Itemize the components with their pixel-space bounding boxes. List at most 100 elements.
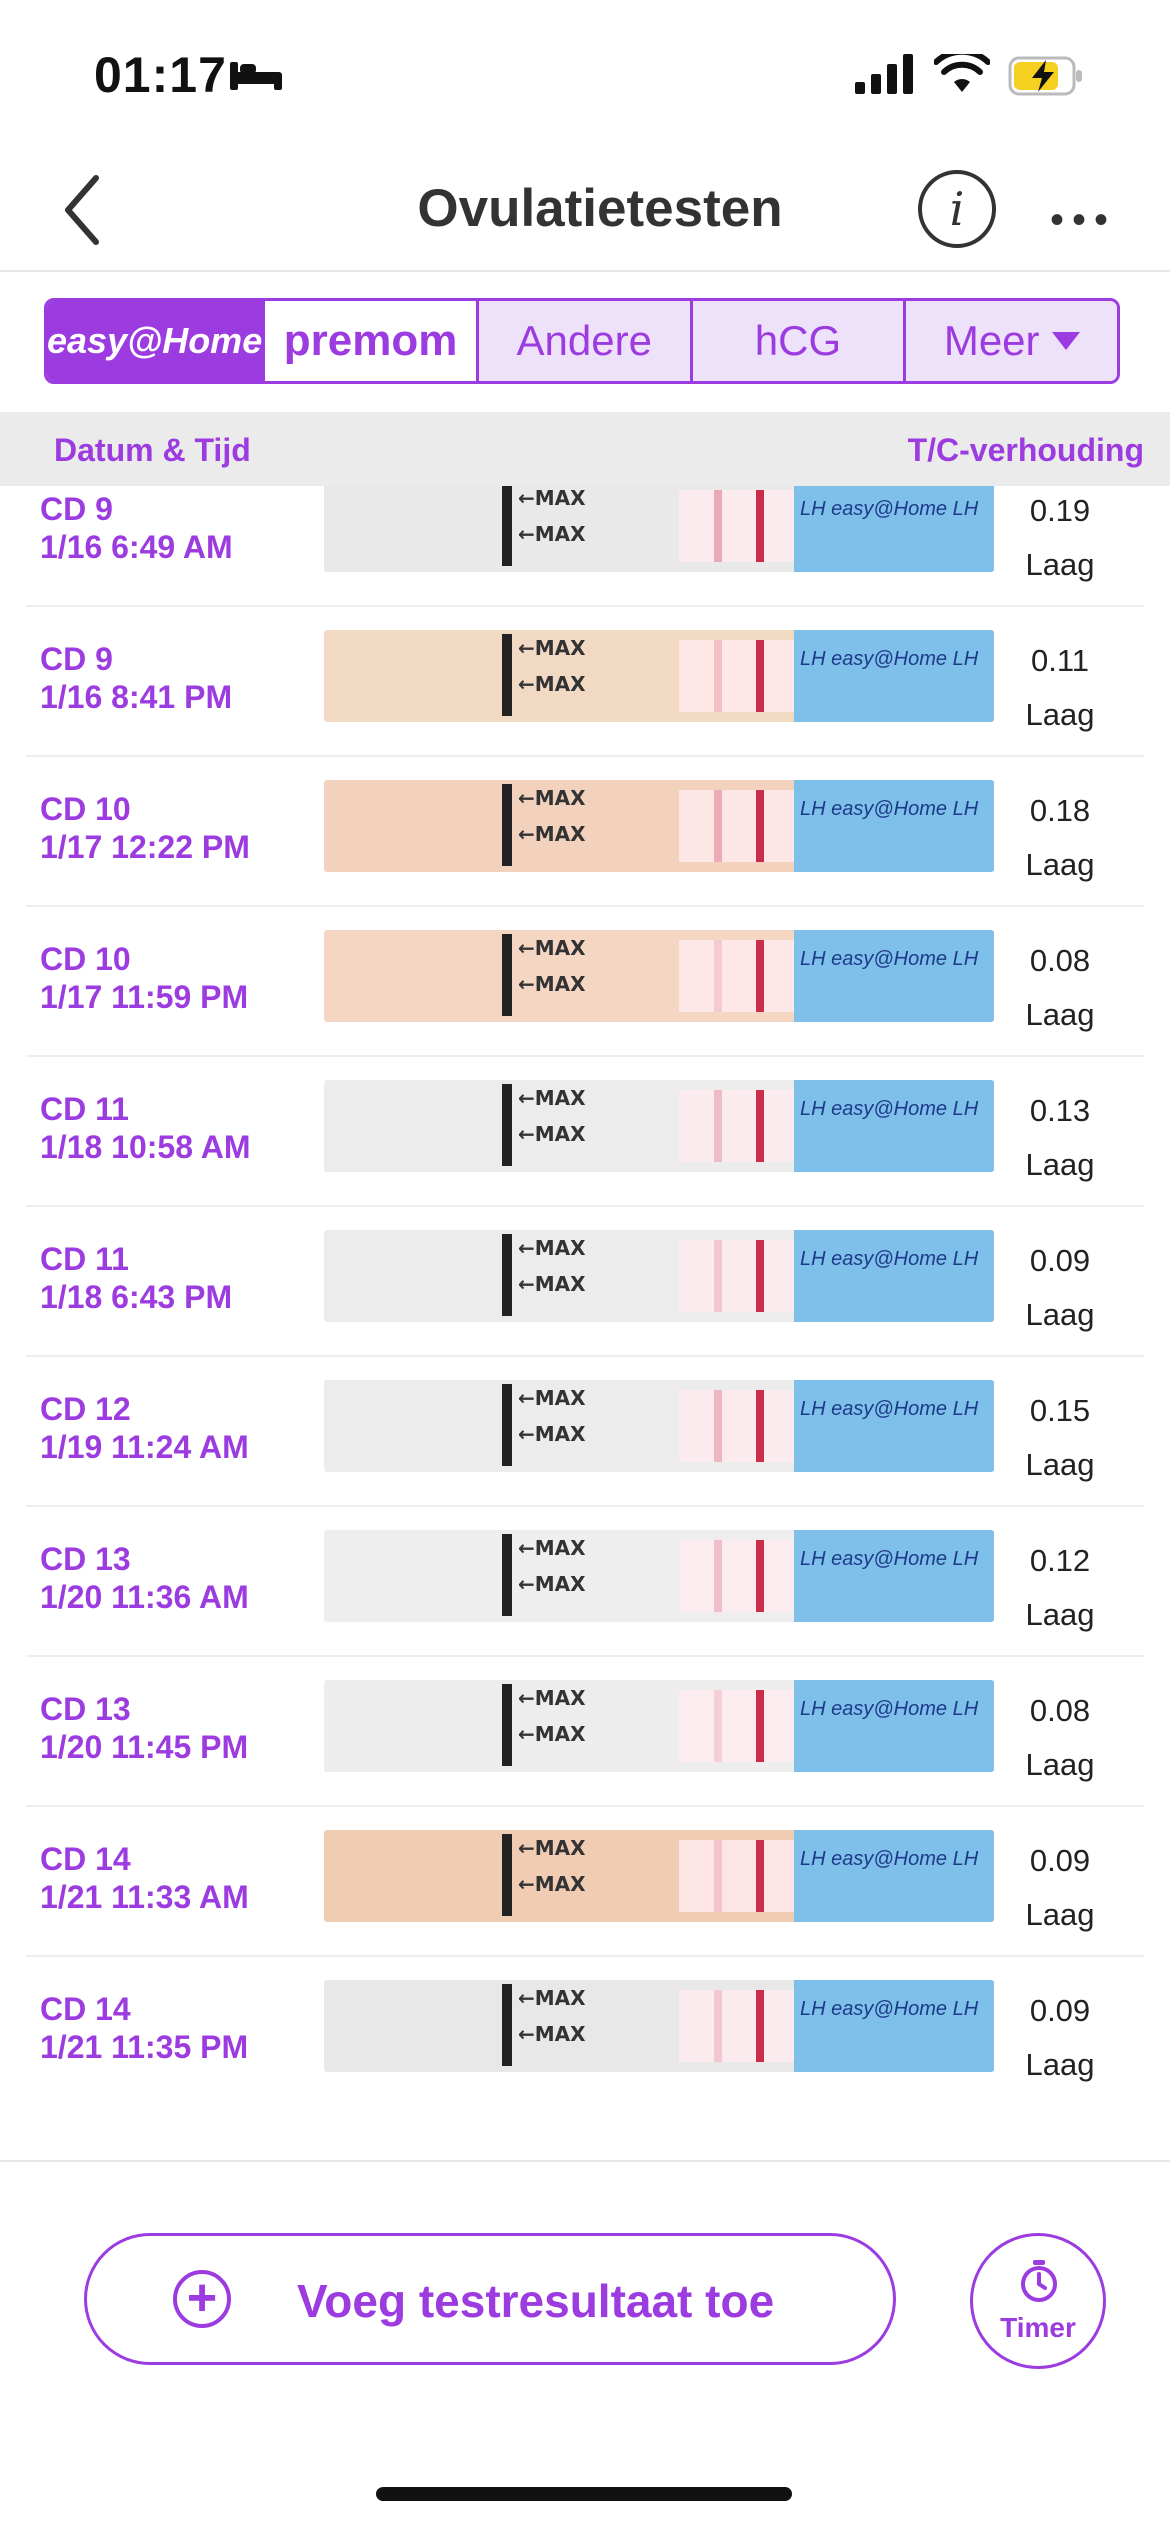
strip-test-line	[714, 1690, 722, 1762]
result-date: CD 13 1/20 11:45 PM	[40, 1690, 248, 1766]
strip-max-label: ←MAX	[518, 1986, 586, 2010]
list-item[interactable]: CD 10 1/17 11:59 PM ←MAX ←MAX LH easy@Ho…	[26, 906, 1144, 1057]
divider	[0, 2160, 1170, 2162]
timer-button[interactable]: Timer	[970, 2233, 1106, 2369]
add-test-result-button[interactable]: + Voeg testresultaat toe	[84, 2233, 896, 2365]
tab-premom[interactable]: premom	[265, 301, 479, 381]
cycle-day: CD 13	[40, 1691, 131, 1727]
tab-andere[interactable]: Andere	[478, 301, 693, 381]
result-datetime: 1/16 6:49 AM	[40, 529, 233, 565]
tab-meer[interactable]: Meer	[906, 301, 1117, 381]
tc-ratio-value: 0.12 Laag	[1004, 1534, 1116, 1642]
strip-max-label: ←MAX	[518, 1086, 586, 1110]
tc-ratio: 0.08	[1029, 943, 1091, 978]
result-datetime: 1/20 11:36 AM	[40, 1579, 249, 1615]
tc-level: Laag	[1025, 997, 1095, 1032]
result-datetime: 1/17 11:59 PM	[40, 979, 249, 1015]
strip-test-line	[714, 1090, 722, 1162]
list-item[interactable]: CD 11 1/18 6:43 PM ←MAX ←MAX LH easy@Hom…	[26, 1206, 1144, 1357]
navigation-bar: Ovulatietesten i •••	[0, 150, 1170, 272]
strip-max-label: ←MAX	[518, 1572, 586, 1596]
test-strip-image[interactable]: ←MAX ←MAX LH easy@Home LH	[324, 1980, 994, 2072]
strip-marker	[502, 1684, 512, 1766]
tc-ratio: 0.09	[1029, 1993, 1091, 2028]
strip-control-line	[756, 1840, 764, 1912]
cycle-day: CD 11	[40, 1091, 129, 1127]
strip-max-label: ←MAX	[518, 1872, 586, 1896]
tc-level: Laag	[1025, 1747, 1095, 1782]
strip-handle-text: LH easy@Home LH	[800, 1098, 979, 1120]
test-strip-image[interactable]: ←MAX ←MAX LH easy@Home LH	[324, 1530, 994, 1622]
strip-marker	[502, 634, 512, 716]
results-list[interactable]: CD 9 1/16 6:49 AM ←MAX ←MAX LH easy@Home…	[0, 486, 1170, 2100]
test-strip-image[interactable]: ←MAX ←MAX LH easy@Home LH	[324, 930, 994, 1022]
strip-max-label: ←MAX	[518, 822, 586, 846]
test-strip-image[interactable]: ←MAX ←MAX LH easy@Home LH	[324, 1380, 994, 1472]
list-item[interactable]: CD 9 1/16 6:49 AM ←MAX ←MAX LH easy@Home…	[26, 486, 1144, 607]
add-test-result-label: Voeg testresultaat toe	[297, 2275, 775, 2327]
result-date: CD 9 1/16 6:49 AM	[40, 490, 233, 566]
strip-test-line	[714, 1390, 722, 1462]
strip-handle-text: LH easy@Home LH	[800, 1248, 979, 1270]
strip-control-line	[756, 1390, 764, 1462]
list-item[interactable]: CD 13 1/20 11:45 PM ←MAX ←MAX LH easy@Ho…	[26, 1656, 1144, 1807]
strip-max-label: ←MAX	[518, 672, 586, 696]
tab-hcg[interactable]: hCG	[692, 301, 907, 381]
test-strip-image[interactable]: ←MAX ←MAX LH easy@Home LH	[324, 1230, 994, 1322]
list-item[interactable]: CD 12 1/19 11:24 AM ←MAX ←MAX LH easy@Ho…	[26, 1356, 1144, 1507]
result-datetime: 1/20 11:45 PM	[40, 1729, 249, 1765]
cycle-day: CD 11	[40, 1241, 129, 1277]
tc-ratio: 0.13	[1029, 1093, 1091, 1128]
result-datetime: 1/16 8:41 PM	[40, 679, 233, 715]
tc-level: Laag	[1025, 1897, 1095, 1932]
tc-level: Laag	[1025, 847, 1095, 882]
strip-handle-text: LH easy@Home LH	[800, 498, 979, 520]
list-item[interactable]: CD 10 1/17 12:22 PM ←MAX ←MAX LH easy@Ho…	[26, 756, 1144, 907]
strip-test-line	[714, 1840, 722, 1912]
home-indicator[interactable]	[376, 2487, 792, 2501]
strip-test-line	[714, 940, 722, 1012]
strip-marker	[502, 1834, 512, 1916]
result-datetime: 1/19 11:24 AM	[40, 1429, 249, 1465]
cycle-day: CD 12	[40, 1391, 131, 1427]
strip-handle-text: LH easy@Home LH	[800, 1698, 979, 1720]
list-item[interactable]: CD 11 1/18 10:58 AM ←MAX ←MAX LH easy@Ho…	[26, 1056, 1144, 1207]
strip-marker	[502, 1384, 512, 1466]
strip-control-line	[756, 1690, 764, 1762]
battery-charging-icon	[1008, 56, 1082, 96]
tab-easyathome[interactable]: easy@Home	[47, 301, 266, 381]
strip-max-label: ←MAX	[518, 1536, 586, 1560]
strip-marker	[502, 934, 512, 1016]
test-strip-image[interactable]: ←MAX ←MAX LH easy@Home LH	[324, 486, 994, 572]
list-item[interactable]: CD 14 1/21 11:33 AM ←MAX ←MAX LH easy@Ho…	[26, 1806, 1144, 1957]
strip-handle-text: LH easy@Home LH	[800, 798, 979, 820]
strip-control-line	[756, 640, 764, 712]
strip-marker	[502, 1084, 512, 1166]
tc-level: Laag	[1025, 547, 1095, 582]
strip-control-line	[756, 940, 764, 1012]
tc-ratio: 0.11	[1030, 643, 1090, 678]
cycle-day: CD 14	[40, 1991, 131, 2027]
test-strip-image[interactable]: ←MAX ←MAX LH easy@Home LH	[324, 1830, 994, 1922]
list-item[interactable]: CD 13 1/20 11:36 AM ←MAX ←MAX LH easy@Ho…	[26, 1506, 1144, 1657]
tc-ratio: 0.12	[1029, 1543, 1091, 1578]
test-strip-image[interactable]: ←MAX ←MAX LH easy@Home LH	[324, 1680, 994, 1772]
test-strip-image[interactable]: ←MAX ←MAX LH easy@Home LH	[324, 1080, 994, 1172]
strip-handle-text: LH easy@Home LH	[800, 1998, 979, 2020]
strip-max-label: ←MAX	[518, 972, 586, 996]
list-item[interactable]: CD 9 1/16 8:41 PM ←MAX ←MAX LH easy@Home…	[26, 606, 1144, 757]
tc-ratio-value: 0.19 Laag	[1004, 486, 1116, 592]
info-icon[interactable]: i	[918, 170, 996, 248]
cycle-day: CD 10	[40, 941, 131, 977]
list-item[interactable]: CD 14 1/21 11:35 PM ←MAX ←MAX LH easy@Ho…	[26, 1956, 1144, 2100]
strip-max-label: ←MAX	[518, 1272, 586, 1296]
tc-level: Laag	[1025, 1597, 1095, 1632]
tc-ratio-value: 0.11 Laag	[1004, 634, 1116, 742]
status-time: 01:17	[94, 47, 227, 103]
test-strip-image[interactable]: ←MAX ←MAX LH easy@Home LH	[324, 630, 994, 722]
test-strip-image[interactable]: ←MAX ←MAX LH easy@Home LH	[324, 780, 994, 872]
strip-control-line	[756, 1540, 764, 1612]
tc-ratio: 0.09	[1029, 1243, 1091, 1278]
more-options-icon[interactable]: •••	[1050, 198, 1116, 243]
strip-control-line	[756, 1990, 764, 2062]
